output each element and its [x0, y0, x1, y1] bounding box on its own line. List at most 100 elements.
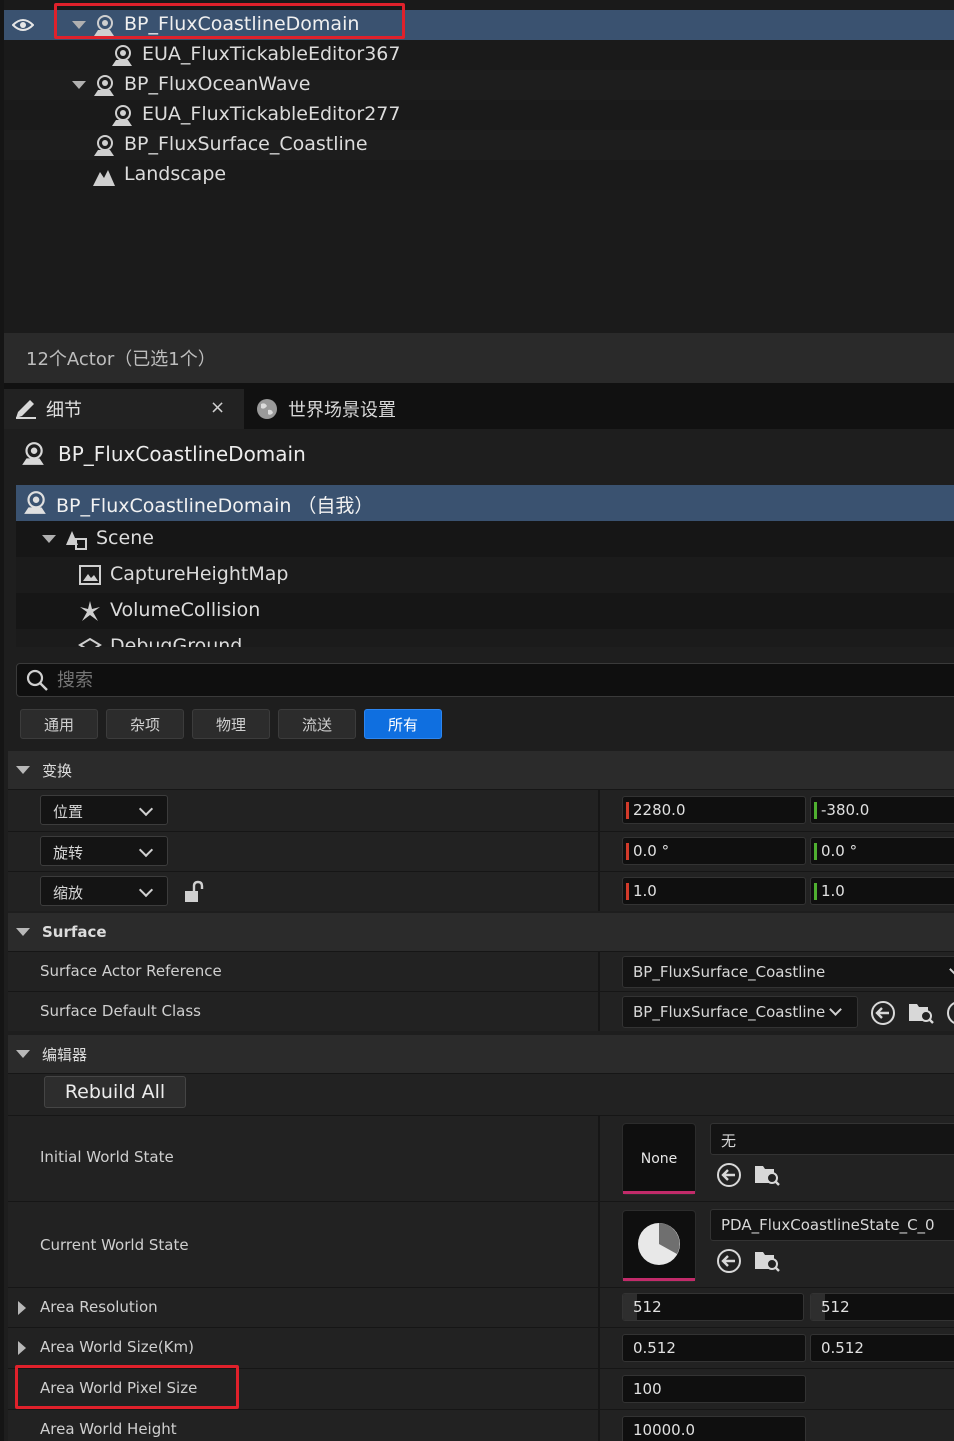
- category-label: Surface: [42, 923, 107, 941]
- collapse-arrow-icon[interactable]: [16, 928, 30, 936]
- area-height-field[interactable]: 10000.0: [622, 1416, 806, 1441]
- component-label: CaptureHeightMap: [110, 563, 289, 585]
- field-value: 100: [633, 1380, 662, 1398]
- component-label: VolumeCollision: [110, 599, 261, 621]
- initial-state-thumbnail[interactable]: None: [622, 1123, 696, 1195]
- property-name: Area World Pixel Size: [40, 1379, 198, 1397]
- picker-value: PDA_FluxCoastlineState_C_0: [721, 1216, 935, 1234]
- browse-folder-icon[interactable]: [754, 1161, 780, 1187]
- expand-arrow-icon[interactable]: [72, 81, 86, 89]
- location-mode-dropdown[interactable]: 位置: [40, 795, 168, 825]
- property-surface-default-class: Surface Default Class BP_FluxSurface_Coa…: [8, 991, 954, 1031]
- browse-folder-icon[interactable]: [908, 999, 934, 1025]
- unlock-icon[interactable]: [184, 880, 206, 904]
- expand-arrow-icon[interactable]: [18, 1341, 26, 1355]
- use-selected-icon[interactable]: [716, 1248, 742, 1274]
- filter-streaming[interactable]: 流送: [278, 709, 356, 739]
- current-state-picker[interactable]: PDA_FluxCoastlineState_C_0: [710, 1209, 954, 1241]
- browse-folder-icon[interactable]: [754, 1247, 780, 1273]
- expand-arrow-icon[interactable]: [42, 535, 56, 543]
- column-divider: [598, 1288, 600, 1327]
- pencil-icon: [16, 400, 36, 419]
- search-input[interactable]: [57, 669, 917, 691]
- field-value: -380.0: [821, 801, 870, 819]
- use-selected-icon[interactable]: [716, 1162, 742, 1188]
- scale-mode-dropdown[interactable]: 缩放: [40, 876, 168, 906]
- area-pixel-size-field[interactable]: 100: [622, 1375, 806, 1403]
- component-row-collision[interactable]: VolumeCollision: [16, 593, 954, 629]
- initial-state-picker[interactable]: 无: [710, 1123, 954, 1155]
- area-resolution-y-field[interactable]: 512: [810, 1293, 954, 1321]
- expand-arrow-icon[interactable]: [18, 1301, 26, 1315]
- surface-actor-picker[interactable]: BP_FluxSurface_Coastline: [622, 956, 954, 988]
- tab-details[interactable]: 细节 ×: [4, 389, 244, 429]
- outliner-row-coastline-domain[interactable]: BP_FluxCoastlineDomain: [4, 10, 954, 40]
- category-label: 变换: [42, 761, 73, 780]
- component-row-scene[interactable]: Scene: [16, 521, 954, 557]
- category-editor[interactable]: 编辑器: [8, 1035, 954, 1073]
- rotation-x-field[interactable]: 0.0 °: [622, 837, 806, 865]
- field-value: 512: [633, 1298, 662, 1316]
- field-value: 10000.0: [633, 1421, 696, 1439]
- area-world-size-x-field[interactable]: 0.512: [622, 1334, 806, 1362]
- column-divider: [598, 790, 600, 831]
- component-row-debug-ground[interactable]: DebugGround: [16, 629, 954, 647]
- tab-world-settings-label: 世界场景设置: [288, 400, 396, 421]
- rotation-mode-dropdown[interactable]: 旋转: [40, 836, 168, 866]
- filter-all[interactable]: 所有: [364, 709, 442, 739]
- outliner-actor-count: 12个Actor（已选1个）: [4, 333, 954, 383]
- location-y-field[interactable]: -380.0: [810, 796, 954, 824]
- actor-icon: [22, 442, 44, 465]
- current-state-thumbnail[interactable]: [622, 1210, 696, 1282]
- clear-icon[interactable]: [946, 1000, 954, 1026]
- column-divider: [598, 1369, 600, 1409]
- collapse-arrow-icon[interactable]: [16, 1050, 30, 1058]
- filter-physics[interactable]: 物理: [192, 709, 270, 739]
- outliner-row-tickable-367[interactable]: EUA_FluxTickableEditor367: [4, 40, 954, 70]
- visibility-eye-icon[interactable]: [12, 17, 34, 33]
- category-label: 编辑器: [42, 1045, 88, 1064]
- dropdown-label: 缩放: [53, 884, 84, 902]
- scale-y-field[interactable]: 1.0: [810, 877, 954, 905]
- property-rotation: 旋转 0.0 ° 0.0 °: [8, 831, 954, 871]
- outliner-row-ocean-wave[interactable]: BP_FluxOceanWave: [4, 70, 954, 100]
- surface-class-picker[interactable]: BP_FluxSurface_Coastline: [622, 996, 858, 1028]
- component-row-self[interactable]: BP_FluxCoastlineDomain （自我）: [16, 485, 954, 521]
- location-x-field[interactable]: 2280.0: [622, 796, 806, 824]
- outliner-empty-area: [4, 190, 954, 333]
- landscape-icon: [93, 170, 115, 186]
- rebuild-all-button[interactable]: Rebuild All: [44, 1076, 186, 1108]
- tab-world-settings[interactable]: 世界场景设置: [256, 389, 396, 429]
- use-selected-icon[interactable]: [870, 1000, 896, 1026]
- property-area-world-height: Area World Height 10000.0: [8, 1409, 954, 1441]
- thumbnail-label: None: [640, 1151, 678, 1167]
- property-name: Current World State: [40, 1236, 189, 1254]
- close-tab-icon[interactable]: ×: [210, 397, 225, 418]
- scale-x-field[interactable]: 1.0: [622, 877, 806, 905]
- category-transform[interactable]: 变换: [8, 751, 954, 789]
- rotation-y-field[interactable]: 0.0 °: [810, 837, 954, 865]
- axis-x-marker: [626, 843, 629, 860]
- actor-icon: [94, 75, 114, 96]
- field-value: 2280.0: [633, 801, 686, 819]
- outliner-row-tickable-277[interactable]: EUA_FluxTickableEditor277: [4, 100, 954, 130]
- filter-misc[interactable]: 杂项: [106, 709, 184, 739]
- collapse-arrow-icon[interactable]: [16, 766, 30, 774]
- outliner-item-label: Landscape: [124, 163, 227, 185]
- actor-icon: [94, 15, 114, 36]
- area-world-size-y-field[interactable]: 0.512: [810, 1334, 954, 1362]
- axis-y-marker: [814, 802, 817, 819]
- filter-general[interactable]: 通用: [20, 709, 98, 739]
- category-surface[interactable]: Surface: [8, 913, 954, 951]
- axis-y-marker: [814, 883, 817, 900]
- collision-icon: [80, 601, 100, 621]
- component-row-capture[interactable]: CaptureHeightMap: [16, 557, 954, 593]
- property-name: Initial World State: [40, 1148, 174, 1166]
- outliner-row-landscape[interactable]: Landscape: [4, 160, 954, 190]
- column-divider: [598, 832, 600, 871]
- outliner-row-surface-coastline[interactable]: BP_FluxSurface_Coastline: [4, 130, 954, 160]
- property-name: Surface Default Class: [40, 1002, 201, 1020]
- area-resolution-x-field[interactable]: 512: [622, 1293, 804, 1321]
- expand-arrow-icon[interactable]: [72, 21, 86, 29]
- component-label: BP_FluxCoastlineDomain （自我）: [56, 495, 374, 517]
